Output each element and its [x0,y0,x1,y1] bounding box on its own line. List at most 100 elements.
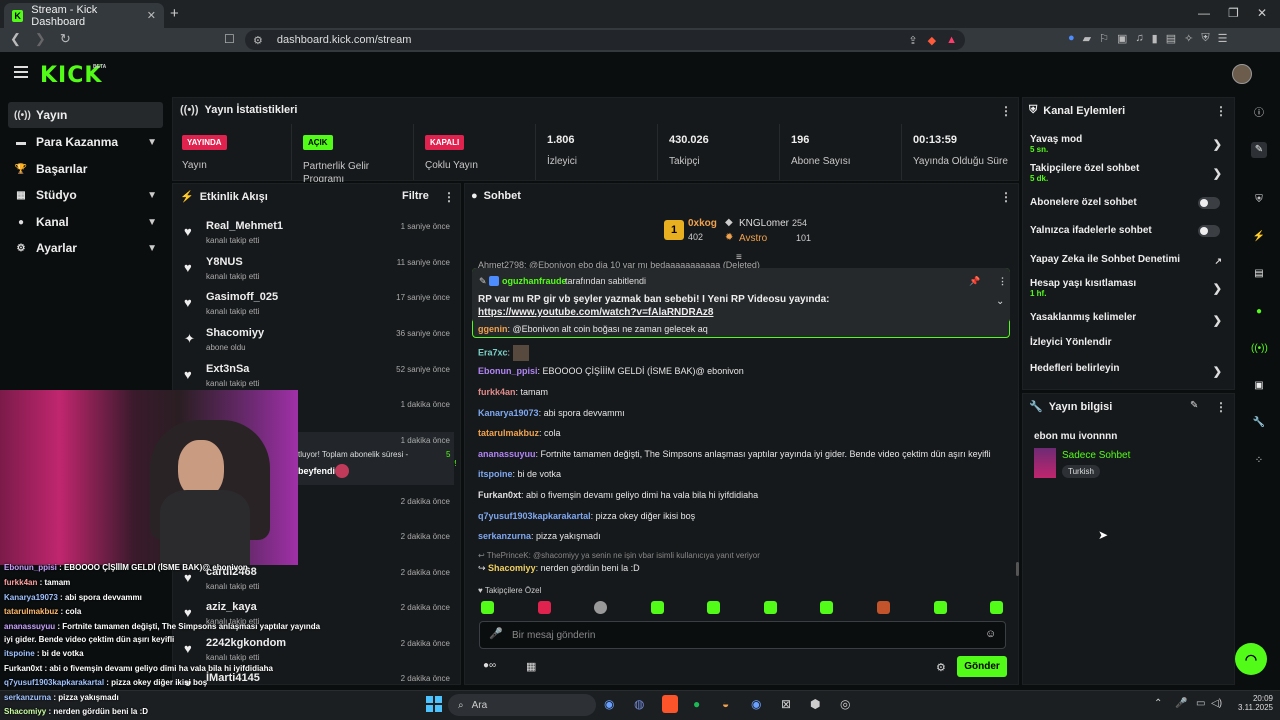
document-icon[interactable]: ▤ [1251,266,1267,282]
apps-icon[interactable]: ⁘ [1251,453,1267,469]
action-follower-only[interactable]: Takipçilere özel sohbet 5 dk. ❯ [1030,163,1226,183]
layout-icon[interactable]: ▣ [1251,378,1267,394]
reload-icon[interactable]: ↻ [60,31,71,47]
category-thumbnail[interactable] [1034,448,1056,478]
pinned-link[interactable]: https://www.youtube.com/watch?v=fAlaRNDR… [478,307,713,318]
url-field[interactable]: ⚙ dashboard.kick.com/stream ⇪ ◆ ▲ [245,30,965,50]
hamburger-menu-icon[interactable] [14,66,28,78]
discord-app-icon[interactable]: ◍ [634,697,644,711]
taskbar-search[interactable]: ⌕ Ara [448,694,596,716]
activity-menu-icon[interactable]: ⋮ [443,190,455,204]
emote-icon[interactable] [594,601,607,614]
emote-icon[interactable] [934,601,947,614]
mic-icon[interactable]: 🎤 [489,627,503,640]
back-icon[interactable]: ❮ [10,31,21,47]
chat-bubble-icon[interactable]: ● [1251,304,1267,320]
scrollbar[interactable] [1016,562,1019,576]
sidebar-item-ayarlar[interactable]: ⚙ Ayarlar ▼ [8,235,163,261]
emoji-icon[interactable]: ☺ [985,628,996,640]
chevron-down-icon[interactable]: ⌄ [996,296,1004,307]
wallet-icon[interactable]: ▤ [1166,32,1176,45]
emote-icon[interactable] [990,601,1003,614]
stats-menu-icon[interactable]: ⋮ [1000,104,1012,118]
action-ai-moderation[interactable]: Yapay Zeka ile Sohbet Denetimi ↗ [1030,254,1226,266]
action-raid[interactable]: İzleyici Yönlendir [1030,337,1226,348]
emote-icon[interactable] [764,601,777,614]
toggle-switch[interactable] [1198,197,1220,209]
app-icon[interactable]: ⊠ [781,697,791,711]
bolt-icon[interactable]: ⚡ [1251,229,1267,245]
edit-icon[interactable]: ✎ [1251,142,1267,158]
info-icon[interactable]: ⓘ [1251,106,1267,122]
extension-icon[interactable]: ♫ [1135,32,1143,45]
sidebar-item-basarilar[interactable]: 🏆 Başarılar [8,156,163,182]
tray-chevron-icon[interactable]: ⌃ [1154,698,1162,709]
channel-actions-menu-icon[interactable]: ⋮ [1215,104,1227,118]
action-goals[interactable]: Hedefleri belirleyin ❯ [1030,363,1226,378]
action-emote-only[interactable]: Yalnızca ifadelerle sohbet [1030,225,1226,237]
emote-icon[interactable] [481,601,494,614]
emote-icon[interactable] [820,601,833,614]
pinned-menu-icon[interactable]: ⋮ [998,276,1007,287]
action-account-age[interactable]: Hesap yaşı kısıtlaması 1 hf. ❯ [1030,278,1226,298]
steam-app-icon[interactable]: ◉ [604,697,614,711]
emote-icon[interactable] [707,601,720,614]
wrench-icon[interactable]: 🔧 [1251,415,1267,431]
sidebar-toggle-icon[interactable]: ▮ [1152,32,1158,45]
spotify-app-icon[interactable]: ● [693,697,700,711]
stream-info-menu-icon[interactable]: ⋮ [1215,400,1227,414]
browser-tab[interactable]: K Stream - Kick Dashboard ✕ [4,3,164,28]
sidebar-item-kanal[interactable]: ● Kanal ▼ [8,209,163,235]
extension-icon[interactable]: ▰ [1083,32,1091,45]
extension-icon[interactable]: ▣ [1117,32,1127,45]
unpin-icon[interactable]: 📌 [969,276,980,287]
obs-app-icon[interactable]: ◎ [840,697,850,711]
emote-icon[interactable] [651,601,664,614]
action-banned-words[interactable]: Yasaklanmış kelimeler ❯ [1030,312,1226,327]
users-icon[interactable]: ●∞ [483,660,496,671]
share-icon[interactable]: ⇪ [908,34,917,47]
filter-button[interactable]: Filtre [402,190,429,202]
shield-icon[interactable]: ⛨ [1251,192,1267,208]
chat-settings-icon[interactable]: ⚙ [936,661,946,674]
app-icon[interactable]: ◒ [722,697,729,711]
avatar[interactable] [1232,64,1252,84]
sidebar-item-yayin[interactable]: ((•)) Yayın [8,102,163,128]
sidebar-item-para-kazanma[interactable]: ▬ Para Kazanma ▼ [8,129,163,155]
extension-icon[interactable]: ● [1068,32,1075,45]
store-icon[interactable]: ▦ [526,660,536,673]
chat-menu-icon[interactable]: ⋮ [1000,190,1012,204]
brave-shield-icon[interactable]: ◆ [928,34,936,47]
action-sub-only[interactable]: Abonelere özel sohbet [1030,197,1226,209]
clock[interactable]: 20:09 3.11.2025 [1233,694,1273,712]
broadcast-icon[interactable]: ((•)) [1251,341,1268,357]
menu-icon[interactable]: ☰ [1218,32,1228,45]
app-icon[interactable]: ⬢ [810,697,820,711]
action-slow-mode[interactable]: Yavaş mod 5 sn. ❯ [1030,134,1226,154]
sidebar-item-studyo[interactable]: ▦ Stüdyo ▼ [8,182,163,208]
maximize-icon[interactable]: ❐ [1228,6,1239,20]
extension-icon[interactable]: ⚐ [1099,32,1109,45]
leo-icon[interactable]: ✧ [1184,32,1193,45]
display-icon[interactable]: ▭ [1196,698,1205,709]
brave-rewards-icon[interactable]: ▲ [946,34,957,46]
site-info-icon[interactable]: ⚙ [253,34,263,47]
minimize-icon[interactable]: — [1198,6,1210,20]
forward-icon[interactable]: ❯ [35,31,46,47]
windows-start-icon[interactable] [426,696,442,712]
steam-app-icon[interactable]: ◉ [751,697,761,711]
emote-icon[interactable] [877,601,890,614]
volume-icon[interactable]: ◁) [1211,698,1222,709]
send-button[interactable]: Gönder [957,656,1007,677]
new-tab-button[interactable]: + [170,5,179,22]
brave-app-icon[interactable] [662,695,678,713]
toggle-switch[interactable] [1198,225,1220,237]
stat-multistream[interactable]: KAPALI Çoklu Yayın [415,124,536,180]
emote-icon[interactable] [538,601,551,614]
close-tab-icon[interactable]: ✕ [147,9,156,22]
bookmark-icon[interactable]: ☐ [224,32,235,46]
stat-partner[interactable]: AÇIK Partnerlik Gelir Programı [293,124,414,182]
mic-icon[interactable]: 🎤 [1175,698,1187,709]
vpn-icon[interactable]: ⛨ [1201,32,1209,45]
edit-icon[interactable]: ✎ [1190,400,1198,411]
